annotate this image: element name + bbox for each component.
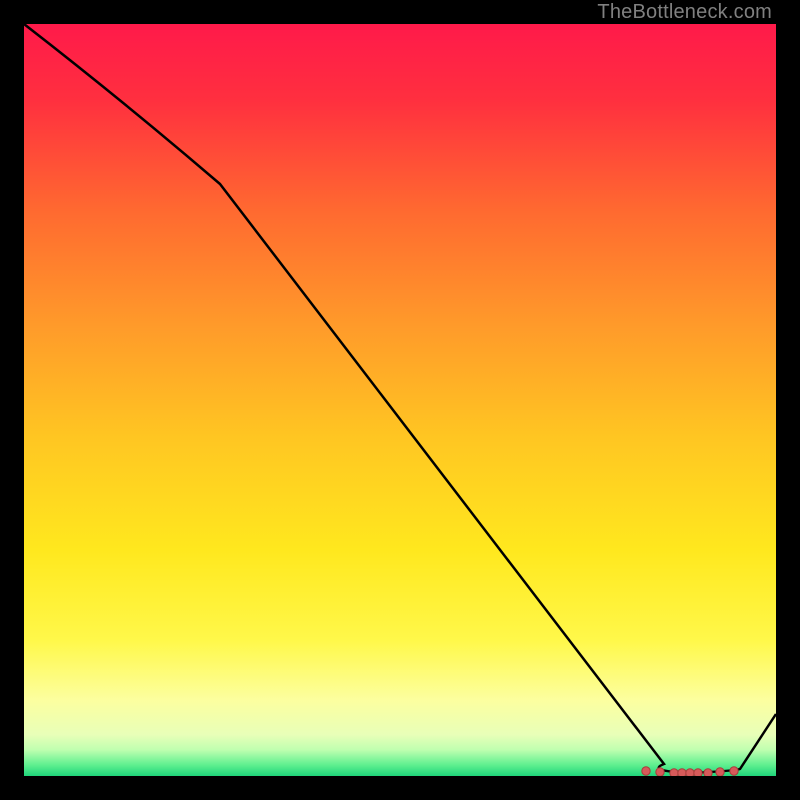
plot-area: [24, 24, 776, 776]
optimal-marker: [704, 769, 712, 776]
optimal-marker: [642, 767, 650, 775]
optimal-marker: [686, 769, 694, 776]
optimal-marker: [716, 768, 724, 776]
optimal-marker: [656, 768, 664, 776]
watermark-text: TheBottleneck.com: [597, 1, 772, 24]
optimal-marker: [678, 769, 686, 776]
bottleneck-chart: [24, 24, 776, 776]
optimal-marker: [694, 769, 702, 776]
optimal-marker: [670, 769, 678, 776]
optimal-marker: [730, 767, 738, 775]
